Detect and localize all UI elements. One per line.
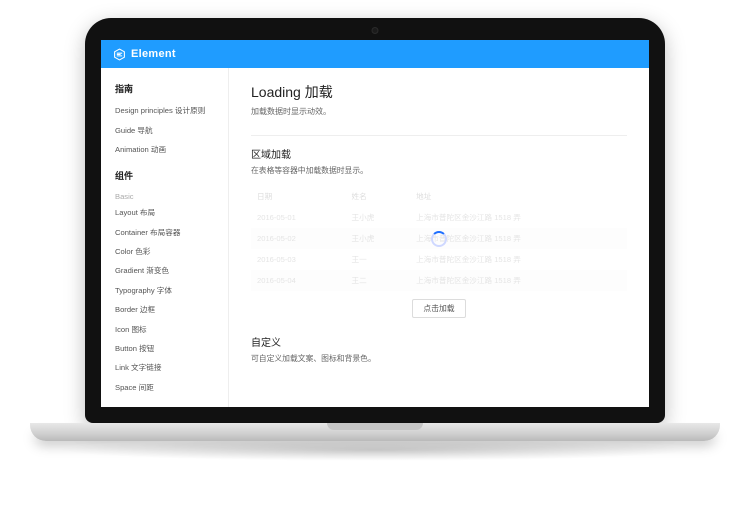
sidebar-section-guide-title: 指南 <box>115 82 222 95</box>
loading-overlay <box>251 186 627 291</box>
divider <box>251 135 627 136</box>
loading-spinner-icon <box>431 231 447 247</box>
sidebar-item-space[interactable]: Space 间距 <box>115 378 222 397</box>
section-area-loading-desc: 在表格等容器中加载数据时显示。 <box>251 165 627 176</box>
topbar: Element <box>101 40 649 68</box>
section-area-loading-title: 区域加载 <box>251 146 627 161</box>
brand-name: Element <box>131 48 176 60</box>
laptop-frame: Element 指南 Design principles 设计原则 Guide … <box>0 0 750 531</box>
sidebar: 指南 Design principles 设计原则 Guide 导航 Anima… <box>101 68 229 407</box>
sidebar-item-design-principles[interactable]: Design principles 设计原则 <box>115 101 222 120</box>
section-custom-title: 自定义 <box>251 334 627 349</box>
sidebar-item-button[interactable]: Button 按钮 <box>115 339 222 358</box>
sidebar-item-layout[interactable]: Layout 布局 <box>115 203 222 222</box>
sidebar-subhead-basic: Basic <box>115 188 222 203</box>
sidebar-item-guide[interactable]: Guide 导航 <box>115 120 222 139</box>
page-desc: 加载数据时显示动效。 <box>251 106 627 117</box>
laptop-trackpad-notch <box>327 423 423 430</box>
sidebar-section-components-title: 组件 <box>115 169 222 182</box>
sidebar-item-border[interactable]: Border 边框 <box>115 300 222 319</box>
sidebar-item-gradient[interactable]: Gradient 渐变色 <box>115 261 222 280</box>
button-row: 点击加载 <box>251 299 627 318</box>
laptop-bezel: Element 指南 Design principles 设计原则 Guide … <box>85 18 665 423</box>
main-content: Loading 加载 加载数据时显示动效。 区域加载 在表格等容器中加载数据时显… <box>229 68 649 407</box>
laptop-base <box>30 423 720 441</box>
page-title: Loading 加载 <box>251 82 627 102</box>
sidebar-item-typography[interactable]: Typography 字体 <box>115 281 222 300</box>
brand-logo-icon <box>113 48 126 61</box>
sidebar-item-container[interactable]: Container 布局容器 <box>115 223 222 242</box>
sidebar-item-link[interactable]: Link 文字链接 <box>115 358 222 377</box>
laptop-shadow <box>55 439 695 461</box>
section-custom-desc: 可自定义加载文案、图标和背景色。 <box>251 353 627 364</box>
sidebar-item-color[interactable]: Color 色彩 <box>115 242 222 261</box>
laptop-camera <box>372 27 379 34</box>
sidebar-item-icon[interactable]: Icon 图标 <box>115 319 222 338</box>
screen: Element 指南 Design principles 设计原则 Guide … <box>101 40 649 407</box>
sidebar-item-animation[interactable]: Animation 动画 <box>115 140 222 159</box>
content-wrapper: 指南 Design principles 设计原则 Guide 导航 Anima… <box>101 68 649 407</box>
trigger-loading-button[interactable]: 点击加载 <box>412 299 465 318</box>
loading-table-container: 日期 姓名 地址 2016-05-01 王小虎 上海市普陀区金沙江路 1518 … <box>251 186 627 291</box>
